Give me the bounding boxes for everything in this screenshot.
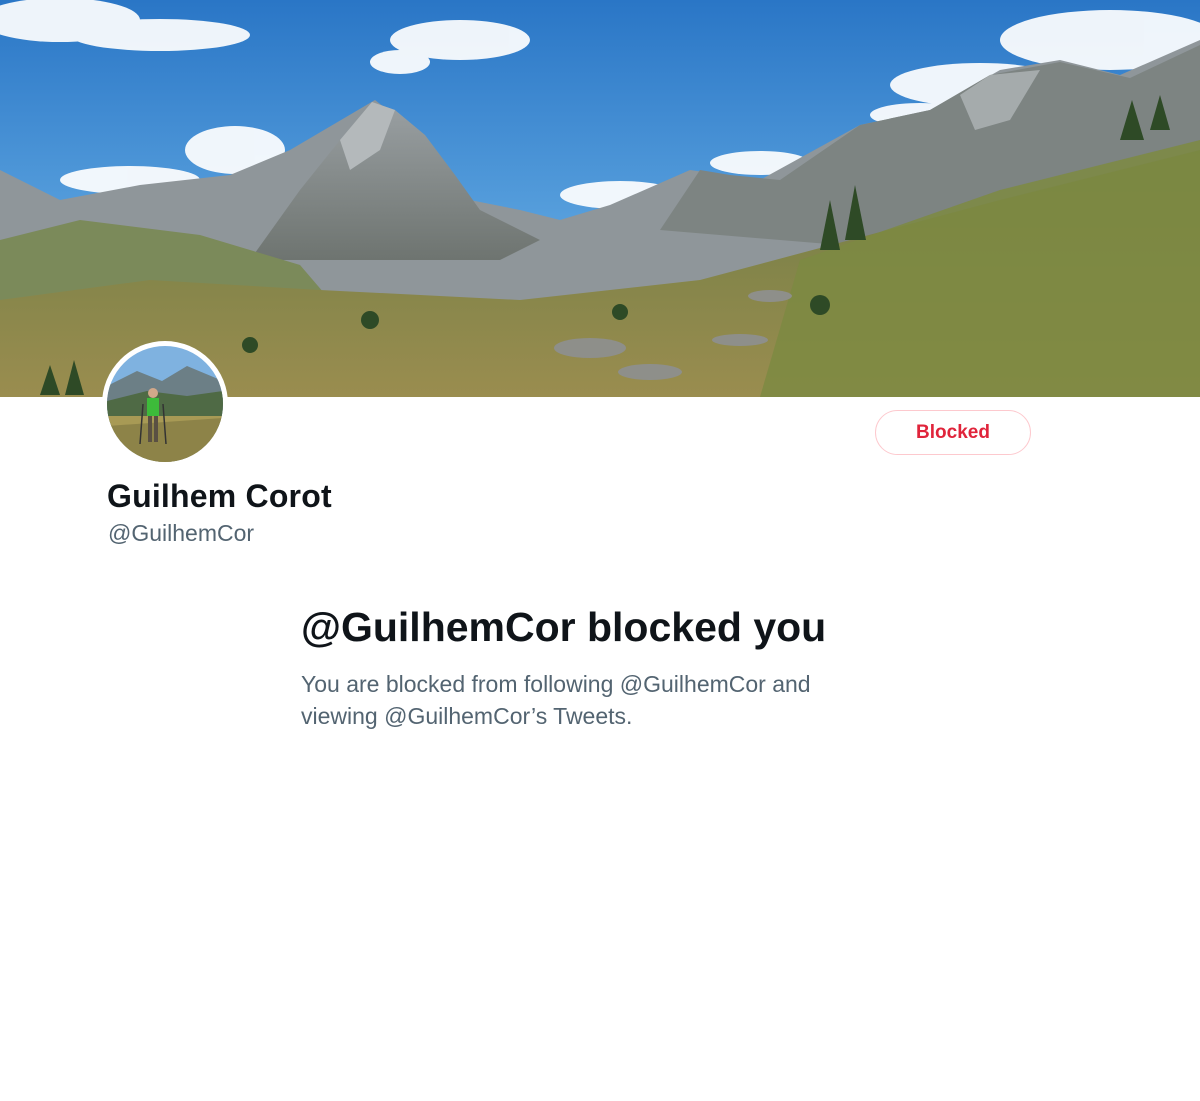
blocked-notice-title: @GuilhemCor blocked you xyxy=(301,604,827,650)
profile-handle: @GuilhemCor xyxy=(108,520,255,546)
blocked-notice-body: You are blocked from following @GuilhemC… xyxy=(301,671,811,729)
profile-avatar[interactable] xyxy=(102,341,228,467)
blocked-button[interactable]: Blocked xyxy=(875,410,1031,455)
hiker-photo-icon xyxy=(107,346,223,462)
profile-banner-image[interactable] xyxy=(0,0,1200,397)
profile-display-name: Guilhem Corot xyxy=(107,478,332,514)
blocked-notice: @GuilhemCor blocked you You are blocked … xyxy=(301,600,841,732)
